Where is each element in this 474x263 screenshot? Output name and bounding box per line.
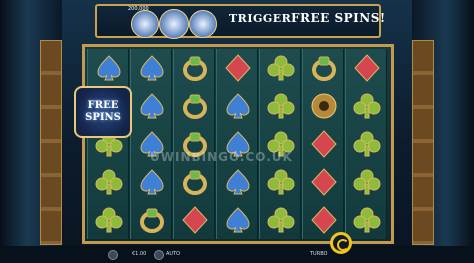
spade-symbol	[220, 89, 256, 123]
ring-symbol	[177, 165, 213, 199]
free-spins-badges	[131, 9, 217, 40]
turbo-label: TURBO	[310, 251, 328, 257]
right-pillar	[412, 40, 434, 245]
free-spins-text: FREE SPINS!	[291, 11, 386, 25]
club-symbol	[91, 203, 127, 237]
free-spins-scatter: FREE SPINS	[74, 86, 132, 138]
spade-symbol	[134, 165, 170, 199]
diamond-symbol	[349, 51, 385, 85]
spade-symbol	[134, 89, 170, 123]
reel-2	[130, 49, 172, 239]
ring-symbol	[177, 89, 213, 123]
club-symbol	[349, 89, 385, 123]
spade-symbol	[220, 165, 256, 199]
reel-6	[302, 49, 344, 239]
club-symbol	[349, 127, 385, 161]
menu-button[interactable]	[108, 250, 118, 260]
club-symbol	[263, 51, 299, 85]
reel-1	[87, 49, 129, 239]
club-symbol	[263, 203, 299, 237]
club-symbol	[91, 165, 127, 199]
trigger-text: TRIGGER	[229, 12, 292, 25]
auto-label: AUTO	[166, 251, 181, 257]
diamond-symbol	[220, 51, 256, 85]
spade-symbol	[91, 51, 127, 85]
auto-button[interactable]	[154, 250, 164, 260]
ring-symbol	[177, 51, 213, 85]
reel-3	[173, 49, 215, 239]
spade-symbol	[220, 203, 256, 237]
free-spins-badge-icon	[159, 9, 189, 39]
slot-game-screen: 200,000 TRIGGER FREE SPINS! FREE SPINS U…	[0, 0, 474, 263]
diamond-symbol	[306, 165, 342, 199]
reel-frame	[82, 44, 394, 244]
balance-text: 200,000	[128, 6, 149, 12]
eye-symbol	[306, 89, 342, 123]
diamond-symbol	[177, 203, 213, 237]
bet-value: €1.00	[132, 251, 147, 257]
ring-symbol	[134, 203, 170, 237]
reel-5	[259, 49, 301, 239]
free-spins-line1: FREE	[87, 100, 119, 111]
watermark: UWINBINGO.CO.UK	[150, 150, 293, 164]
club-symbol	[349, 165, 385, 199]
bottom-bar	[0, 246, 474, 263]
diamond-symbol	[306, 127, 342, 161]
club-symbol	[263, 89, 299, 123]
free-spins-badge-icon	[131, 10, 159, 38]
ring-symbol	[306, 51, 342, 85]
spin-button[interactable]	[330, 232, 352, 254]
reel-4	[216, 49, 258, 239]
free-spins-line2: SPINS	[85, 112, 121, 123]
free-spins-badge-icon	[189, 10, 217, 38]
reel-grid	[87, 49, 389, 239]
club-symbol	[349, 203, 385, 237]
club-symbol	[263, 165, 299, 199]
left-pillar	[40, 40, 62, 245]
spade-symbol	[134, 51, 170, 85]
reel-7	[345, 49, 387, 239]
